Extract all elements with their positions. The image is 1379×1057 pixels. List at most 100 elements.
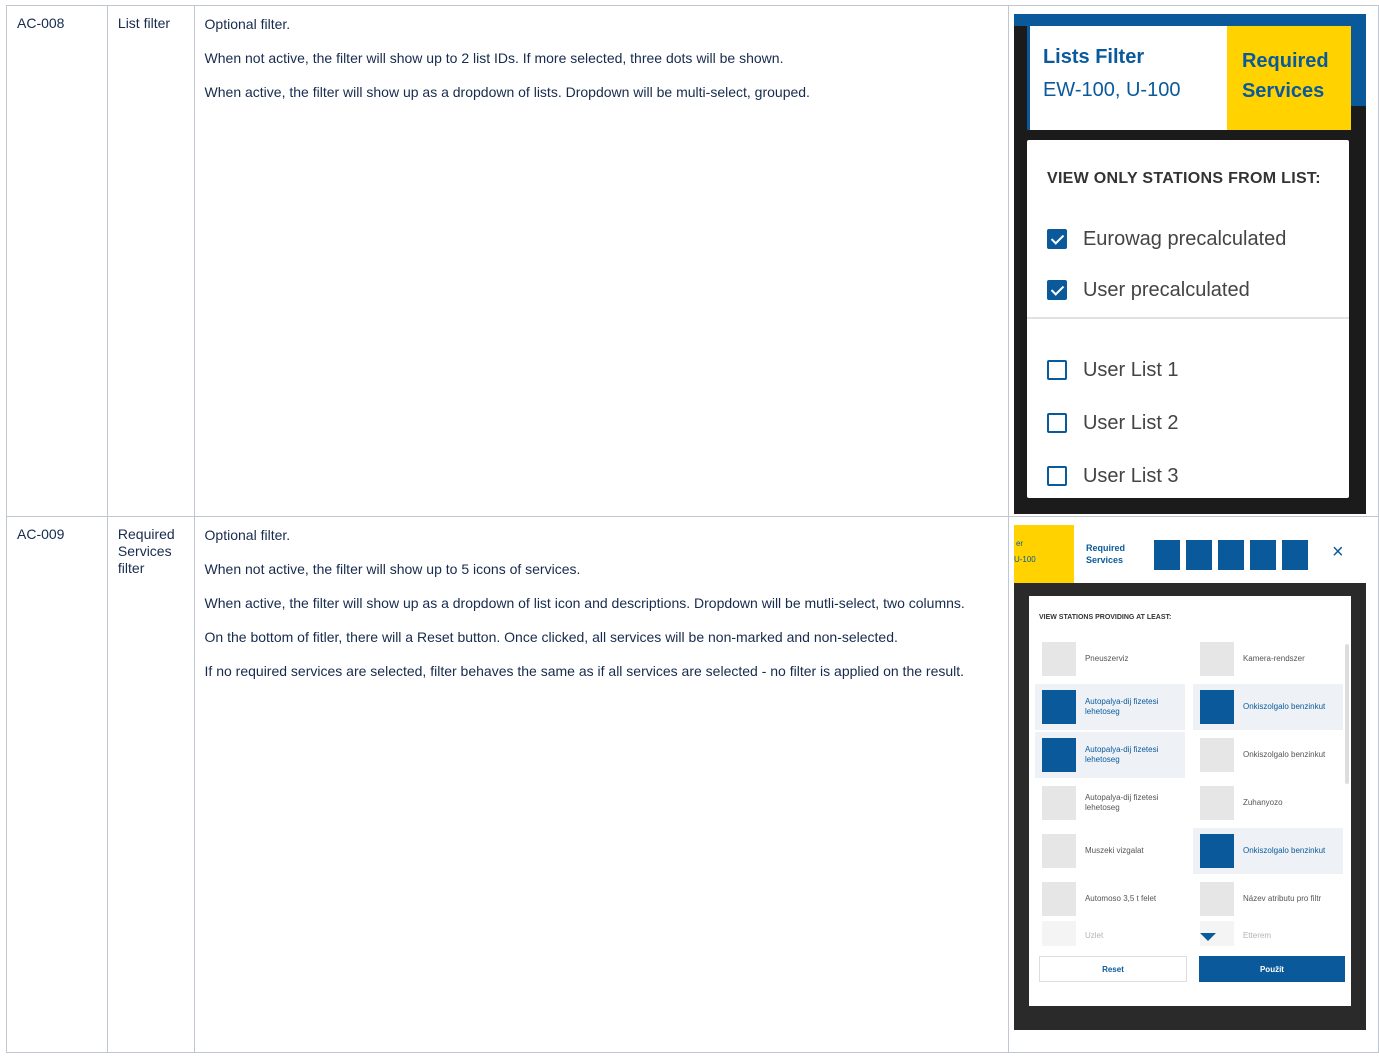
service-icon: [1041, 738, 1076, 772]
next-tab-edge: [1350, 26, 1366, 106]
required-services-tab[interactable]: Required Services: [1086, 542, 1125, 566]
lists-dropdown: VIEW ONLY STATIONS FROM LIST: Eurowag pr…: [1026, 140, 1349, 498]
service-icon: [1041, 642, 1076, 676]
lists-filter-title: Lists Filter: [1042, 46, 1145, 68]
list-option[interactable]: User List 1: [1046, 358, 1179, 382]
service-label: Autopalya-dij fizetesi lehetoseg: [1084, 793, 1159, 812]
service-icon: [1199, 690, 1234, 724]
service-icon: [1249, 540, 1276, 570]
service-icon: [1217, 540, 1244, 570]
service-label: Název atributu pro filtr: [1242, 894, 1322, 903]
service-option[interactable]: Zuhanyozo: [1193, 780, 1343, 826]
service-label: Autopalya-dij fizetesi lehetoseg: [1084, 697, 1159, 716]
service-label: Onkiszolgalo benzinkut: [1242, 750, 1326, 759]
reset-button[interactable]: Reset: [1038, 956, 1187, 982]
service-label: Pneuszerviz: [1084, 654, 1129, 663]
service-label: Onkiszolgalo benzinkut: [1242, 846, 1326, 855]
desc-paragraph: When not active, the filter will show up…: [204, 561, 581, 577]
list-option[interactable]: Eurowag precalculated: [1046, 227, 1287, 251]
list-option-label: Eurowag precalculated: [1082, 227, 1287, 250]
service-icon: [1041, 882, 1076, 916]
service-label: Onkiszolgalo benzinkut: [1242, 702, 1326, 711]
service-option[interactable]: Autopalya-dij fizetesi lehetoseg: [1034, 732, 1185, 778]
list-option-label: User List 3: [1082, 464, 1179, 487]
desc-paragraph: When active, the filter will show up as …: [204, 84, 810, 100]
list-filter-screenshot: Lists Filter EW-100, U-100 Required Serv…: [1013, 14, 1366, 514]
checkbox-unchecked-icon[interactable]: [1046, 466, 1067, 486]
service-icon: [1185, 540, 1212, 570]
required-services-title: Required: [1241, 50, 1329, 72]
list-option[interactable]: User List 3: [1046, 464, 1179, 488]
service-label: Automoso 3,5 t felet: [1084, 894, 1157, 903]
service-option[interactable]: Autopalya-dij fizetesi lehetoseg: [1034, 684, 1185, 730]
top-bar: [1013, 14, 1366, 26]
requirement-id: AC-009: [17, 526, 65, 542]
list-option-label: User List 2: [1082, 411, 1179, 434]
list-option-label: User precalculated: [1082, 278, 1250, 301]
required-services-title: Required: [1085, 543, 1125, 553]
desc-paragraph: On the bottom of fitler, there will a Re…: [204, 629, 898, 645]
service-label: Uzlet: [1084, 931, 1104, 940]
service-label: Zuhanyozo: [1242, 798, 1283, 807]
service-icon: [1041, 690, 1076, 724]
desc-paragraph: When not active, the filter will show up…: [204, 50, 784, 66]
lists-filter-value: EW-100, U-100: [1042, 79, 1181, 101]
service-icon: [1199, 786, 1234, 820]
dropdown-heading: VIEW ONLY STATIONS FROM LIST:: [1046, 170, 1321, 187]
panel-title: VIEW STATIONS PROVIDING AT LEAST:: [1038, 614, 1172, 621]
services-dropdown: VIEW STATIONS PROVIDING AT LEAST: Pneusz…: [1028, 596, 1351, 951]
service-option[interactable]: Pneuszerviz: [1035, 636, 1185, 682]
service-option[interactable]: Kamera-rendszer: [1193, 636, 1343, 682]
lists-filter-value-partial: U-100: [1013, 555, 1036, 564]
checkbox-checked-icon[interactable]: [1046, 280, 1067, 300]
table-row: AC-008 List filter Optional filter. When…: [6, 5, 1379, 517]
checkbox-unchecked-icon[interactable]: [1046, 413, 1067, 433]
service-label: Kamera-rendszer: [1242, 654, 1305, 663]
group-divider: [1026, 317, 1349, 319]
scrollbar[interactable]: [1344, 644, 1349, 784]
chevron-down-icon[interactable]: [1199, 933, 1216, 941]
service-icon: [1153, 540, 1180, 570]
table-row: AC-009 Required Services filter Optional…: [6, 516, 1379, 1053]
desc-paragraph: If no required services are selected, fi…: [204, 663, 965, 679]
requirements-table: AC-008 List filter Optional filter. When…: [6, 5, 1379, 1053]
filter-header: er U-100 Required Services ×: [1013, 525, 1366, 583]
service-option[interactable]: Onkiszolgalo benzinkut: [1192, 684, 1343, 730]
service-icon: [1281, 540, 1308, 570]
checkbox-checked-icon[interactable]: [1046, 229, 1067, 249]
desc-paragraph: Optional filter.: [204, 527, 291, 543]
close-icon[interactable]: ×: [1332, 542, 1344, 562]
dropdown-footer: Reset Použít: [1028, 946, 1351, 1006]
service-label: Muszeki vizgalat: [1084, 846, 1144, 855]
service-option[interactable]: Automoso 3,5 t felet: [1035, 876, 1185, 922]
service-icon: [1041, 786, 1076, 820]
list-option-label: User List 1: [1082, 358, 1179, 381]
service-icon: [1199, 834, 1234, 868]
lists-filter-title-partial: er: [1015, 539, 1024, 548]
required-services-tab[interactable]: Required Services: [1226, 26, 1351, 130]
requirement-name: Required Services filter: [117, 526, 175, 576]
required-services-title: Services: [1085, 555, 1124, 565]
lists-filter-tab[interactable]: Lists Filter EW-100, U-100: [1026, 26, 1227, 130]
service-label: Autopalya-dij fizetesi lehetoseg: [1084, 745, 1159, 764]
service-option[interactable]: Onkiszolgalo benzinkut: [1193, 732, 1343, 778]
service-icon: [1199, 738, 1234, 772]
desc-paragraph: Optional filter.: [204, 16, 291, 32]
service-option[interactable]: Onkiszolgalo benzinkut: [1192, 828, 1343, 874]
desc-paragraph: When active, the filter will show up as …: [204, 595, 965, 611]
service-option[interactable]: Muszeki vizgalat: [1035, 828, 1185, 874]
service-option[interactable]: Autopalya-dij fizetesi lehetoseg: [1035, 780, 1185, 826]
service-icon: [1199, 882, 1234, 916]
list-option[interactable]: User precalculated: [1046, 278, 1250, 302]
checkbox-unchecked-icon[interactable]: [1046, 360, 1067, 380]
list-option[interactable]: User List 2: [1046, 411, 1179, 435]
apply-button[interactable]: Použít: [1198, 956, 1345, 982]
requirement-name: List filter: [117, 15, 171, 31]
lists-filter-tab[interactable]: er U-100: [1013, 525, 1074, 583]
required-services-title: Services: [1241, 80, 1325, 102]
service-icon: [1199, 642, 1234, 676]
service-icon: [1041, 834, 1076, 868]
service-option[interactable]: Název atributu pro filtr: [1193, 876, 1343, 922]
requirement-description: Optional filter. When not active, the fi…: [195, 6, 1008, 101]
required-services-screenshot: er U-100 Required Services × VIEW STATIO…: [1013, 525, 1366, 1030]
